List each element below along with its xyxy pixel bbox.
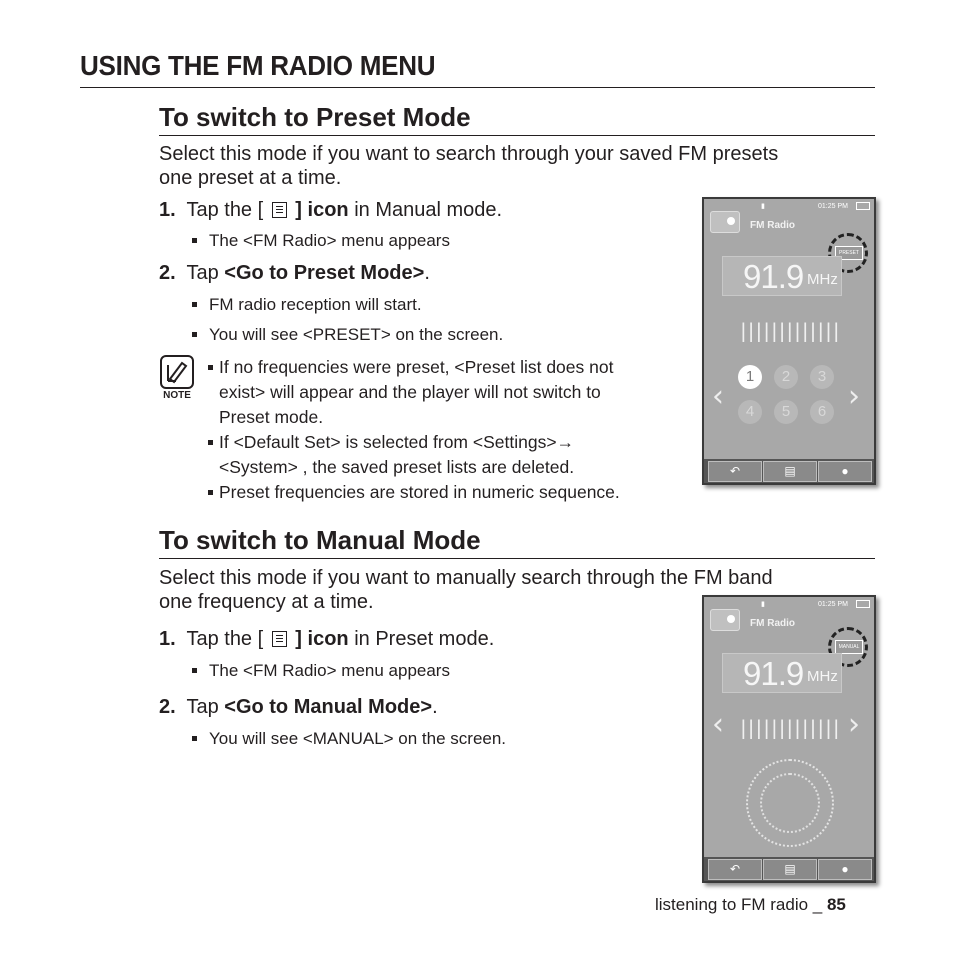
step-text: Tap the [: [186, 199, 264, 221]
frequency-value: 91.9: [743, 655, 804, 692]
step-bold: ] icon: [295, 199, 349, 221]
next-chevron-icon[interactable]: ›: [848, 707, 860, 742]
frequency-unit: MHz: [807, 271, 838, 288]
frequency-unit: MHz: [807, 668, 838, 685]
preset-step1-bullet: The <FM Radio> menu appears: [192, 230, 450, 252]
preset-button-5[interactable]: 5: [774, 400, 798, 424]
preset-button-2[interactable]: 2: [774, 365, 798, 389]
menu-list-icon[interactable]: ▤: [763, 859, 817, 880]
step-text: .: [424, 262, 430, 284]
note3-line1: Preset frequencies are stored in numeric…: [219, 482, 620, 502]
step-text: in Preset mode.: [348, 628, 495, 650]
menu-icon: [271, 202, 287, 218]
step-text: Tap: [186, 696, 225, 718]
back-arrow-icon[interactable]: ↶: [708, 461, 762, 482]
bottom-bar: ↶ ▤ ●: [704, 459, 874, 483]
battery-icon: [856, 202, 870, 210]
manual-heading: To switch to Manual Mode: [159, 525, 481, 555]
note2-line2: <System> , the saved preset lists are de…: [219, 457, 575, 477]
note-block: If no frequencies were preset, <Preset l…: [208, 355, 678, 505]
note-icon: [160, 355, 194, 389]
screen-title: FM Radio: [750, 618, 795, 629]
manual-step1-bullet: The <FM Radio> menu appears: [192, 660, 450, 682]
step-number: 2.: [159, 262, 176, 284]
preset-button-6[interactable]: 6: [810, 400, 834, 424]
prev-chevron-icon[interactable]: ‹: [712, 379, 724, 414]
step-text: Tap the [: [186, 628, 264, 650]
preset-heading-rule: [159, 135, 875, 136]
preset-step2: 2. Tap <Go to Preset Mode>.: [159, 261, 430, 285]
clock: 01:25 PM: [818, 601, 848, 608]
step-number: 1.: [159, 199, 176, 221]
clock: 01:25 PM: [818, 203, 848, 210]
preset-button-3[interactable]: 3: [810, 365, 834, 389]
step-bold: <Go to Manual Mode>: [224, 696, 433, 718]
preset-step2-bullet1: FM radio reception will start.: [192, 294, 422, 316]
preset-button-1[interactable]: 1: [738, 365, 762, 389]
page-title: USING THE FM RADIO MENU: [80, 50, 436, 81]
back-arrow-icon[interactable]: ↶: [708, 859, 762, 880]
step-number: 2.: [159, 696, 176, 718]
step-text: .: [432, 696, 438, 718]
preset-heading: To switch to Preset Mode: [159, 102, 471, 132]
prev-chevron-icon[interactable]: ‹: [712, 707, 724, 742]
manual-step2-bullet1: You will see <MANUAL> on the screen.: [191, 728, 506, 750]
next-chevron-icon[interactable]: ›: [848, 379, 860, 414]
screen-title: FM Radio: [750, 220, 795, 231]
title-rule: [80, 87, 875, 88]
lock-icon: ▮: [761, 203, 765, 210]
menu-icon: [271, 631, 287, 647]
device-screen-manual: ▮ 01:25 PM FM Radio MANUAL 91.9 MHz ‹ ||…: [702, 595, 876, 883]
preset-intro: Select this mode if you want to search t…: [159, 142, 869, 190]
step-bold: <Go to Preset Mode>: [224, 262, 425, 284]
frequency-value: 91.9: [743, 258, 804, 295]
frequency-display: 91.9 MHz: [722, 256, 842, 296]
manual-heading-rule: [159, 558, 875, 559]
frequency-display: 91.9 MHz: [722, 653, 842, 693]
device-screen-preset: ▮ 01:25 PM FM Radio PRESET 91.9 MHz ||||…: [702, 197, 876, 485]
menu-list-icon[interactable]: ▤: [763, 461, 817, 482]
step-number: 1.: [159, 628, 176, 650]
tuner-scale: |||||||||||||||||: [740, 320, 838, 342]
manual-step2: 2. Tap <Go to Manual Mode>.: [159, 695, 438, 719]
footer-text: listening to FM radio _: [655, 895, 827, 914]
note1-line2: exist> will appear and the player will n…: [219, 382, 601, 402]
scan-dial-icon: [746, 759, 834, 847]
dot-icon[interactable]: ●: [818, 859, 872, 880]
tuner-scale: |||||||||||||||||: [740, 717, 838, 739]
preset-step2-bullet2: You will see <PRESET> on the screen.: [191, 324, 503, 346]
lock-icon: ▮: [761, 601, 765, 608]
preset-button-4[interactable]: 4: [738, 400, 762, 424]
bottom-bar: ↶ ▤ ●: [704, 857, 874, 881]
note-label: NOTE: [163, 390, 191, 401]
step-bold: ] icon: [295, 628, 349, 650]
preset-step1: 1. Tap the [ ] icon in Manual mode.: [159, 198, 502, 222]
dot-icon[interactable]: ●: [818, 461, 872, 482]
manual-step1: 1. Tap the [ ] icon in Preset mode.: [159, 627, 494, 651]
radio-icon: [710, 609, 740, 631]
preset-intro-line2: one preset at a time.: [159, 167, 342, 189]
radio-icon: [710, 211, 740, 233]
battery-icon: [856, 600, 870, 608]
step-text: Tap: [186, 262, 225, 284]
page-number: 85: [826, 895, 846, 914]
note1-line3: Preset mode.: [219, 407, 324, 427]
page-footer: listening to FM radio _ 85: [655, 895, 846, 915]
note1-line1: If no frequencies were preset, <Preset l…: [219, 357, 614, 377]
step-text: in Manual mode.: [348, 199, 503, 221]
manual-intro-line1: Select this mode if you want to manually…: [159, 567, 773, 589]
preset-intro-line1: Select this mode if you want to search t…: [159, 143, 779, 165]
note2-line1: If <Default Set> is selected from <Setti…: [219, 432, 575, 452]
